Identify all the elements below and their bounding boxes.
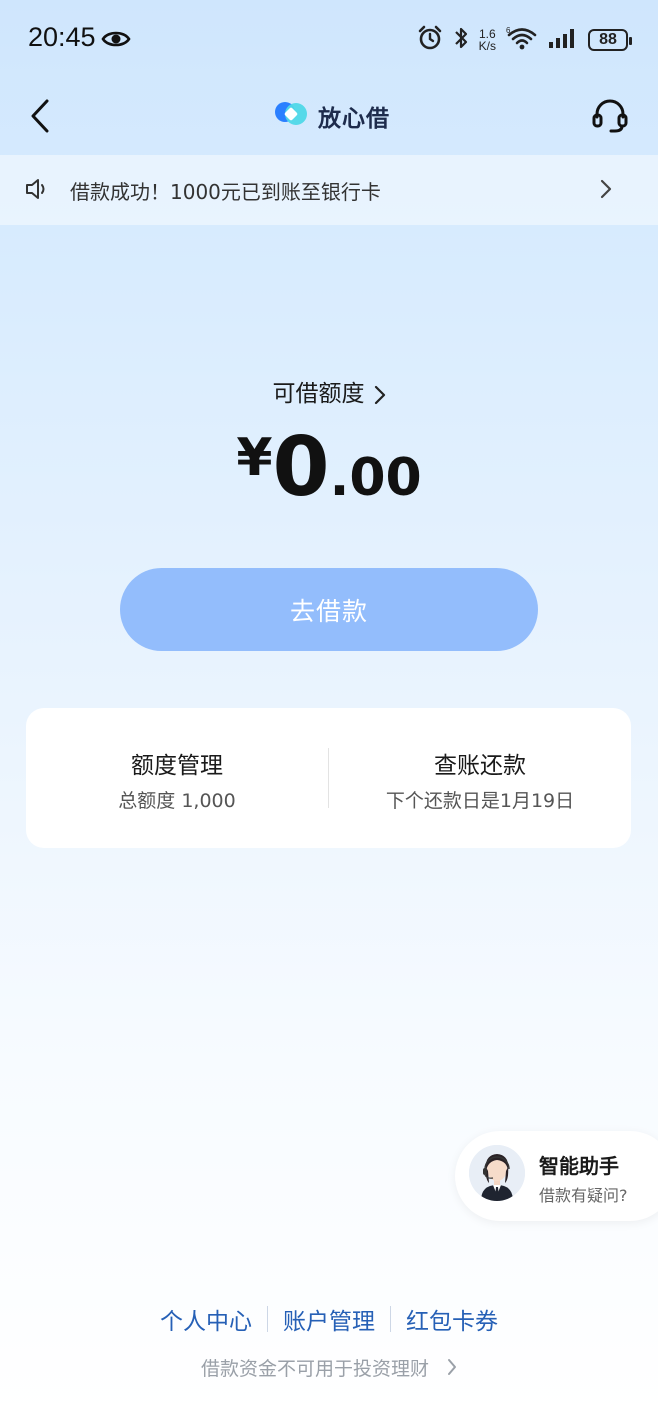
speaker-icon [24, 177, 50, 205]
svg-text:6: 6 [506, 26, 511, 35]
info-card: 额度管理 总额度 1,000 查账还款 下个还款日是1月19日 [26, 708, 631, 848]
brand: 放心借 [274, 98, 390, 134]
amount-integer: 0 [272, 420, 330, 515]
alarm-icon [417, 25, 443, 55]
next-repayment-date: 下个还款日是1月19日 [385, 790, 575, 812]
notice-bar[interactable]: 借款成功！1000元已到账至银行卡 [0, 155, 658, 225]
personal-center-link[interactable]: 个人中心 [145, 1302, 267, 1336]
borrow-button[interactable]: 去借款 [120, 568, 538, 651]
net-speed: 1.6 K/s [479, 28, 496, 52]
chevron-right-icon [600, 179, 612, 203]
net-speed-unit: K/s [478, 39, 496, 53]
eye-icon [101, 28, 131, 54]
bill-repayment[interactable]: 查账还款 下个还款日是1月19日 [329, 708, 631, 848]
credit-label: 可借额度 [272, 381, 365, 407]
credit-limit-link[interactable]: 可借额度 [0, 374, 658, 409]
status-time: 20:45 [28, 22, 96, 52]
amount-decimal: .00 [329, 448, 422, 508]
account-management-link[interactable]: 账户管理 [268, 1302, 390, 1336]
quota-management[interactable]: 额度管理 总额度 1,000 [26, 708, 328, 848]
signal-icon [548, 27, 578, 53]
brand-name: 放心借 [318, 106, 390, 132]
chevron-right-icon [447, 1358, 457, 1381]
back-button[interactable] [20, 94, 60, 138]
footer-links: 个人中心 账户管理 红包卡券 [0, 1302, 658, 1336]
smart-assistant-button[interactable]: 智能助手 借款有疑问? [455, 1131, 658, 1221]
assistant-subtitle: 借款有疑问? [539, 1186, 628, 1205]
chevron-right-icon [374, 385, 386, 409]
total-quota: 总额度 1,000 [118, 790, 236, 812]
quota-management-title: 额度管理 [131, 753, 223, 779]
battery-icon: 88 [588, 29, 632, 51]
status-icons: 1.6 K/s 6 88 [417, 22, 632, 58]
status-bar: 20:45 1.6 K/s 6 88 [0, 0, 658, 78]
brand-logo [274, 100, 308, 132]
back-arrow-icon [31, 99, 49, 133]
assistant-avatar [469, 1145, 525, 1201]
headset-icon [592, 99, 628, 133]
assistant-title: 智能助手 [539, 1154, 619, 1178]
bill-repayment-title: 查账还款 [434, 753, 526, 779]
footer-note-text: 借款资金不可用于投资理财 [200, 1358, 429, 1380]
coupons-link[interactable]: 红包卡券 [391, 1302, 513, 1336]
credit-amount: ¥0.00 [0, 420, 658, 515]
notice-text: 借款成功！1000元已到账至银行卡 [70, 180, 381, 204]
customer-service-button[interactable] [590, 96, 630, 136]
bluetooth-icon [453, 25, 469, 55]
footer-note-link[interactable]: 借款资金不可用于投资理财 [0, 1354, 658, 1381]
wifi-icon: 6 [506, 25, 538, 55]
amount-currency: ¥ [236, 428, 273, 488]
nav-bar: 放心借 [0, 78, 658, 154]
